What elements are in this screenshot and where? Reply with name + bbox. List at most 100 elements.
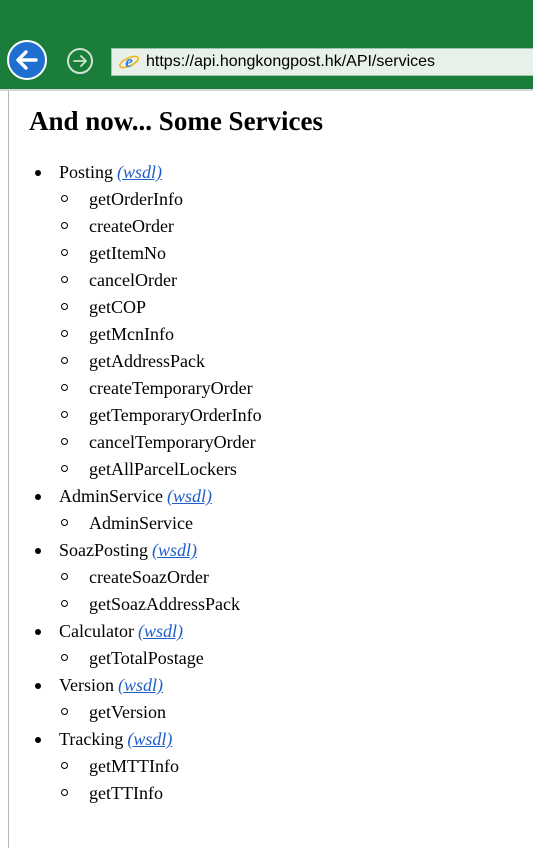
- method-item: getAddressPack: [59, 348, 533, 375]
- page-content: And now... Some Services Posting (wsdl) ge…: [29, 104, 533, 807]
- forward-arrow-icon: [73, 55, 87, 67]
- method-item: createOrder: [59, 213, 533, 240]
- bullet-circle-icon: [61, 465, 68, 472]
- method-name: createTemporaryOrder: [89, 378, 253, 398]
- service-item: AdminService (wsdl) AdminService: [29, 483, 533, 537]
- method-name: createOrder: [89, 216, 174, 236]
- method-item: getCOP: [59, 294, 533, 321]
- method-name: getOrderInfo: [89, 189, 183, 209]
- forward-button[interactable]: [67, 48, 93, 74]
- method-list: AdminService: [59, 510, 533, 537]
- method-item: getAllParcelLockers: [59, 456, 533, 483]
- method-name: cancelOrder: [89, 270, 177, 290]
- service-item: Tracking (wsdl) getMTTInfo getTTInfo: [29, 726, 533, 807]
- method-item: cancelOrder: [59, 267, 533, 294]
- method-item: getVersion: [59, 699, 533, 726]
- method-name: getTTInfo: [89, 783, 163, 803]
- bullet-circle-icon: [61, 573, 68, 580]
- service-item: Calculator (wsdl) getTotalPostage: [29, 618, 533, 672]
- title-bar: [0, 0, 533, 37]
- service-heading: SoazPosting (wsdl): [59, 537, 533, 564]
- method-name: getCOP: [89, 297, 147, 317]
- page-left-border: [8, 91, 9, 848]
- bullet-circle-icon: [61, 357, 68, 364]
- bullet-disc-icon: [35, 683, 41, 689]
- method-item: getItemNo: [59, 240, 533, 267]
- wsdl-link[interactable]: (wsdl): [138, 621, 183, 641]
- bullet-circle-icon: [61, 600, 68, 607]
- method-item: getTTInfo: [59, 780, 533, 807]
- service-item: Posting (wsdl) getOrderInfo createOrder getI…: [29, 159, 533, 483]
- service-name: Tracking: [59, 729, 124, 749]
- internet-explorer-icon: e: [118, 52, 140, 71]
- method-item: getTemporaryOrderInfo: [59, 402, 533, 429]
- bullet-disc-icon: [35, 170, 41, 176]
- bullet-circle-icon: [61, 789, 68, 796]
- service-name: Version: [59, 675, 114, 695]
- chrome-divider: [0, 89, 533, 91]
- service-name: AdminService: [59, 486, 163, 506]
- services-list: Posting (wsdl) getOrderInfo createOrder getI…: [29, 159, 533, 807]
- bullet-circle-icon: [61, 222, 68, 229]
- method-name: getVersion: [89, 702, 166, 722]
- service-heading: Posting (wsdl): [59, 159, 533, 186]
- wsdl-link[interactable]: (wsdl): [117, 162, 162, 182]
- method-name: getMcnInfo: [89, 324, 174, 344]
- service-item: SoazPosting (wsdl) createSoazOrder getSoazA…: [29, 537, 533, 618]
- bullet-circle-icon: [61, 762, 68, 769]
- browser-chrome: e https://api.hongkongpost.hk/API/servic…: [0, 0, 533, 89]
- bullet-circle-icon: [61, 249, 68, 256]
- bullet-disc-icon: [35, 548, 41, 554]
- method-name: AdminService: [89, 513, 193, 533]
- url-text[interactable]: https://api.hongkongpost.hk/API/services: [146, 53, 435, 71]
- bullet-circle-icon: [61, 519, 68, 526]
- method-item: cancelTemporaryOrder: [59, 429, 533, 456]
- service-name: Posting: [59, 162, 114, 182]
- method-list: getVersion: [59, 699, 533, 726]
- bullet-disc-icon: [35, 629, 41, 635]
- method-name: getTotalPostage: [89, 648, 204, 668]
- bullet-circle-icon: [61, 303, 68, 310]
- wsdl-link[interactable]: (wsdl): [152, 540, 197, 560]
- method-item: getTotalPostage: [59, 645, 533, 672]
- method-name: getAllParcelLockers: [89, 459, 237, 479]
- page-title: And now... Some Services: [29, 106, 324, 136]
- method-item: createSoazOrder: [59, 564, 533, 591]
- method-name: getTemporaryOrderInfo: [89, 405, 262, 425]
- service-item: Version (wsdl) getVersion: [29, 672, 533, 726]
- method-name: createSoazOrder: [89, 567, 209, 587]
- bullet-circle-icon: [61, 708, 68, 715]
- wsdl-link[interactable]: (wsdl): [127, 729, 172, 749]
- address-bar[interactable]: e https://api.hongkongpost.hk/API/servic…: [111, 48, 533, 76]
- method-list: getMTTInfo getTTInfo: [59, 753, 533, 807]
- bullet-circle-icon: [61, 438, 68, 445]
- method-name: getItemNo: [89, 243, 166, 263]
- method-item: getMTTInfo: [59, 753, 533, 780]
- bullet-circle-icon: [61, 384, 68, 391]
- service-heading: AdminService (wsdl): [59, 483, 533, 510]
- method-name: cancelTemporaryOrder: [89, 432, 256, 452]
- bullet-circle-icon: [61, 411, 68, 418]
- service-name: SoazPosting: [59, 540, 149, 560]
- method-list: createSoazOrder getSoazAddressPack: [59, 564, 533, 618]
- wsdl-link[interactable]: (wsdl): [167, 486, 212, 506]
- back-arrow-icon: [16, 50, 38, 70]
- method-item: getMcnInfo: [59, 321, 533, 348]
- method-item: getOrderInfo: [59, 186, 533, 213]
- bullet-circle-icon: [61, 654, 68, 661]
- bullet-circle-icon: [61, 276, 68, 283]
- bullet-circle-icon: [61, 195, 68, 202]
- method-list: getOrderInfo createOrder getItemNo cancelOr…: [59, 186, 533, 483]
- svg-text:e: e: [125, 52, 133, 71]
- method-name: getMTTInfo: [89, 756, 179, 776]
- method-item: createTemporaryOrder: [59, 375, 533, 402]
- wsdl-link[interactable]: (wsdl): [118, 675, 163, 695]
- service-heading: Tracking (wsdl): [59, 726, 533, 753]
- method-item: AdminService: [59, 510, 533, 537]
- method-name: getSoazAddressPack: [89, 594, 240, 614]
- service-heading: Calculator (wsdl): [59, 618, 533, 645]
- service-name: Calculator: [59, 621, 134, 641]
- back-button[interactable]: [7, 40, 47, 80]
- bullet-circle-icon: [61, 330, 68, 337]
- bullet-disc-icon: [35, 737, 41, 743]
